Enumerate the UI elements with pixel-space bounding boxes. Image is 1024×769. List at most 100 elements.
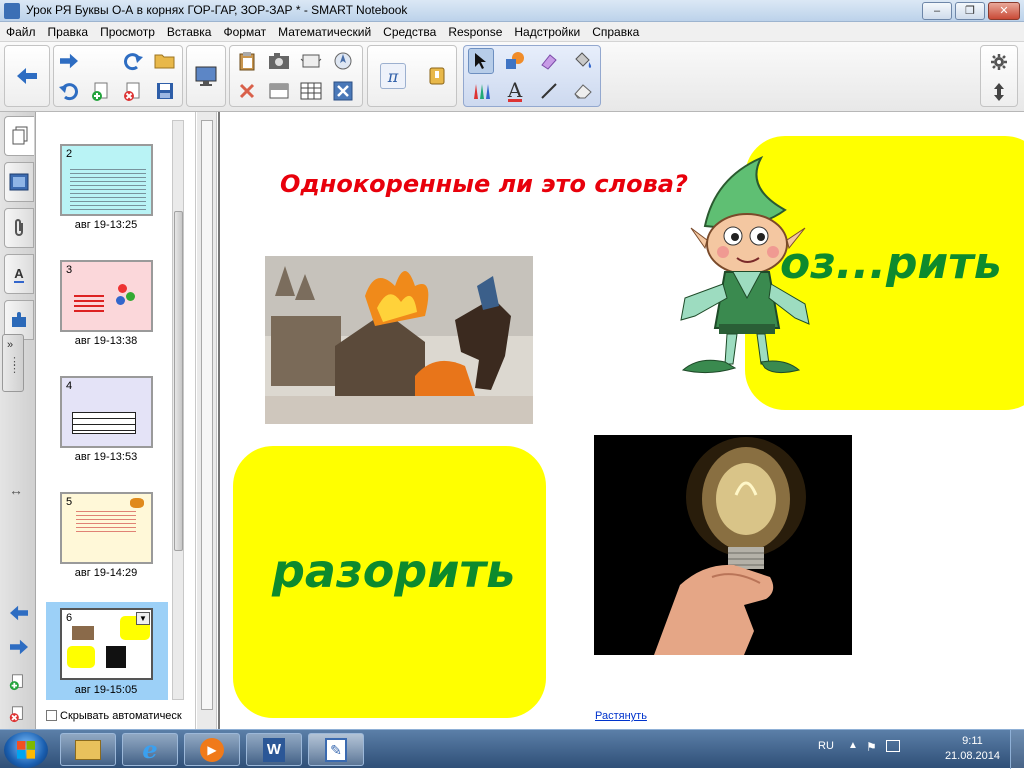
taskbar-media-player[interactable]: ▶ (184, 733, 240, 766)
menu-edit[interactable]: Правка (42, 22, 95, 39)
sidebar-expand-handle[interactable]: » ⋮ ⋮ (2, 334, 24, 392)
eraser-button[interactable] (570, 78, 596, 104)
previous-page-button[interactable] (14, 63, 40, 89)
gallery-tab[interactable] (4, 162, 34, 202)
line-button[interactable] (536, 78, 562, 104)
attachments-tab[interactable] (4, 208, 34, 248)
screen-capture-button[interactable] (266, 48, 292, 74)
menu-format[interactable]: Формат (217, 22, 272, 39)
toolbar-group-addons: π (367, 45, 457, 107)
move-toolbar-button[interactable] (986, 79, 1012, 105)
splitter-grip[interactable] (201, 120, 213, 710)
open-file-button[interactable] (152, 48, 178, 74)
start-button[interactable] (4, 732, 48, 768)
line-icon (541, 83, 557, 99)
clipboard-icon (239, 52, 255, 71)
burning-village-image[interactable] (265, 256, 533, 424)
maximize-button[interactable]: ❐ (955, 2, 985, 20)
taskbar-explorer[interactable] (60, 733, 116, 766)
close-tool-button[interactable] (330, 78, 356, 104)
panel-splitter[interactable] (197, 112, 217, 729)
add-page-button[interactable] (88, 78, 114, 104)
menu-view[interactable]: Просмотр (94, 22, 161, 39)
puzzle-icon (12, 312, 26, 327)
sorter-add-page-button[interactable] (8, 672, 26, 695)
response-button[interactable] (424, 63, 450, 89)
taskbar-internet-explorer[interactable]: e (122, 733, 178, 766)
screen-shade-button[interactable] (266, 78, 292, 104)
undo-button[interactable] (56, 78, 82, 104)
redo-button[interactable] (120, 48, 146, 74)
shapes-button[interactable] (502, 48, 528, 74)
menu-math[interactable]: Математический (272, 22, 377, 39)
thumbnail-text-lines (74, 292, 104, 312)
arrow-left-icon (17, 68, 37, 84)
close-button[interactable]: ✕ (988, 2, 1020, 20)
response-clicker-icon (429, 67, 445, 85)
full-screen-button[interactable] (298, 48, 324, 74)
creative-pen-button[interactable] (536, 48, 562, 74)
language-indicator[interactable]: RU (818, 740, 834, 752)
resize-arrows-icon[interactable]: ↔ (9, 482, 23, 498)
word-icon: W (263, 737, 285, 762)
page-sorter-tab[interactable] (4, 116, 34, 156)
stretch-link[interactable]: Растянуть (595, 710, 647, 722)
top-word-text[interactable]: оз...рить (780, 238, 1002, 289)
page-thumbnail-3[interactable]: 3 (60, 260, 153, 332)
page-number: 6 (66, 612, 73, 624)
page-number: 5 (66, 496, 73, 508)
math-tools-button[interactable]: π (380, 63, 406, 89)
compass-icon (334, 52, 352, 70)
folder-icon (75, 739, 101, 760)
auto-hide-checkbox[interactable] (46, 710, 57, 721)
menu-addons[interactable]: Надстройки (508, 22, 586, 39)
show-desktop-button[interactable] (1010, 730, 1024, 769)
butterfly-icon (130, 498, 144, 508)
action-center-flag-icon[interactable]: ⚑ (866, 740, 877, 754)
menu-insert[interactable]: Вставка (161, 22, 218, 39)
display-screen-button[interactable] (193, 63, 219, 89)
paste-button[interactable] (234, 48, 260, 74)
pi-icon: π (387, 66, 399, 86)
page-sorter-scrollbar[interactable] (172, 120, 184, 700)
page-thumbnail-2[interactable]: 2 (60, 144, 153, 216)
clock[interactable]: 9:11 21.08.2014 (945, 734, 1000, 764)
next-page-button[interactable] (56, 48, 82, 74)
slide-question[interactable]: Однокоренные ли это слова? (280, 170, 688, 198)
sorter-next-button[interactable] (8, 638, 30, 659)
delete-button[interactable] (234, 78, 260, 104)
page-timestamp-4: авг 19-13:53 (74, 451, 138, 463)
slide-canvas[interactable]: Однокоренные ли это слова? оз...рить раз… (218, 112, 1024, 729)
properties-tab[interactable]: A (4, 254, 34, 294)
page-thumbnail-4[interactable]: 4 (60, 376, 153, 448)
full-screen-icon (300, 54, 322, 68)
scrollbar-thumb[interactable] (174, 211, 183, 551)
minimize-button[interactable]: – (922, 2, 952, 20)
page-thumbnail-5[interactable]: 5 (60, 492, 153, 564)
delete-page-button[interactable] (120, 78, 146, 104)
taskbar-word[interactable]: W (246, 733, 302, 766)
text-button[interactable]: A (502, 78, 528, 104)
customize-toolbar-button[interactable] (986, 49, 1012, 75)
sorter-prev-button[interactable] (8, 604, 30, 625)
page-menu-button[interactable]: ▼ (136, 612, 150, 625)
taskbar-smart-notebook[interactable]: ✎ (308, 733, 364, 766)
pens-button[interactable] (468, 78, 494, 104)
measure-tools-button[interactable] (330, 48, 356, 74)
show-hidden-icons-arrow[interactable]: ▲ (848, 740, 858, 751)
select-tool-button[interactable] (468, 48, 494, 74)
save-button[interactable] (152, 78, 178, 104)
menu-file[interactable]: Файл (0, 22, 42, 39)
menu-tools[interactable]: Средства (377, 22, 442, 39)
auto-hide-option[interactable]: Скрывать автоматическ (46, 710, 182, 722)
network-icon[interactable] (886, 740, 900, 752)
fill-button[interactable] (570, 48, 596, 74)
insert-table-button[interactable] (298, 78, 324, 104)
balloon-icon (118, 284, 127, 293)
sorter-delete-page-button[interactable] (8, 704, 26, 727)
menu-help[interactable]: Справка (586, 22, 645, 39)
bottom-word-text[interactable]: разорить (272, 544, 515, 598)
light-bulb-hand-image[interactable] (594, 435, 852, 655)
toolbar-group-edit (229, 45, 363, 107)
menu-response[interactable]: Response (442, 22, 508, 39)
